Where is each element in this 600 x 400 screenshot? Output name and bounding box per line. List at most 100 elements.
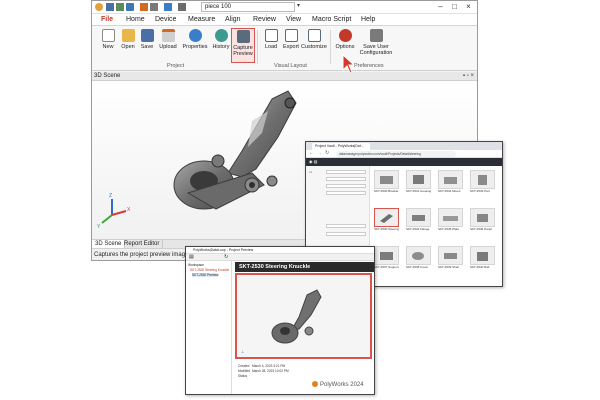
export-layout-icon <box>284 29 298 42</box>
capture-preview-label: Capture Preview <box>233 45 253 57</box>
property-label: Status <box>238 374 248 378</box>
dialog-toolbar: ▤ ↻ <box>186 254 374 261</box>
project-thumbnail[interactable]: SKT-2533 Part <box>470 170 495 198</box>
redo-icon[interactable] <box>150 3 158 11</box>
tree-toolbar-icon[interactable]: ▤ <box>189 254 194 260</box>
part-image-icon <box>406 170 431 189</box>
maximize-icon[interactable]: □ <box>448 2 461 12</box>
status-text: Captures the project preview image <box>94 252 189 258</box>
upload-icon <box>161 29 175 42</box>
capture-preview-button[interactable]: Capture Preview <box>231 28 255 63</box>
menu-home[interactable]: Home <box>126 15 145 25</box>
filter-field[interactable] <box>326 232 366 236</box>
tree-item-selected[interactable]: SKT-2530 Preview <box>192 273 219 277</box>
project-thumbnail[interactable]: SKT-2531 Housing <box>406 170 431 198</box>
properties-label: Properties <box>182 44 208 50</box>
customize-toolbar-icon[interactable] <box>178 3 186 11</box>
project-thumbnail[interactable]: SKT-2530 Bracket <box>374 170 399 198</box>
part-image-icon <box>374 208 399 227</box>
menu-view[interactable]: View <box>286 15 301 25</box>
properties-button[interactable]: Properties <box>180 28 210 61</box>
menu-macro-script[interactable]: Macro Script <box>312 15 351 25</box>
project-thumbnail[interactable]: SKT-2535 Plate <box>438 208 463 236</box>
part-image-icon <box>470 208 495 227</box>
upload-button[interactable]: Upload <box>155 28 181 61</box>
project-name-input[interactable]: piece 100 <box>201 2 295 12</box>
save-icon <box>140 29 154 42</box>
group-label-project: Project <box>167 63 185 69</box>
tree-item[interactable]: SKT-2530 Steering Knuckle <box>190 268 229 272</box>
part-image-icon <box>374 170 399 189</box>
ribbon: New Open Save Upload Properties History … <box>92 26 477 71</box>
load-layout-icon <box>264 29 278 42</box>
browser-tab-bar: Project Vault - PolyWorks|Dat... <box>306 142 502 150</box>
menu-align[interactable]: Align <box>225 15 241 25</box>
project-thumbnail[interactable]: SKT-2534 Flange <box>406 208 431 236</box>
menu-device[interactable]: Device <box>155 15 176 25</box>
options-label: Options <box>335 44 355 50</box>
thumbnail-grid: SKT-2530 Bracket SKT-2531 Housing SKT-25… <box>374 170 502 286</box>
title-bar: piece 100 ▾ – □ × <box>92 1 477 14</box>
mouse-cursor-icon <box>342 54 355 74</box>
customize-button[interactable]: Customize <box>299 28 329 61</box>
dialog-title-bar: PolyWorks|DataLoop - Project Preview <box>186 247 374 254</box>
project-thumbnail[interactable]: SKT-2537 Support <box>374 246 399 274</box>
svg-text:X: X <box>127 207 131 213</box>
group-label-visual-layout: Visual Layout <box>274 63 307 69</box>
preview-image: ⊥ <box>235 273 372 359</box>
close-icon[interactable]: × <box>462 2 475 12</box>
svg-text:Y: Y <box>97 224 101 230</box>
minimize-icon[interactable]: – <box>434 2 447 12</box>
menu-bar: File Home Device Measure Align Review Vi… <box>92 14 477 26</box>
reload-icon[interactable]: ↻ <box>325 150 329 156</box>
browser-address-bar: ← → ↻ datamanager.polyworks.com/vault/Pr… <box>306 150 502 158</box>
quick-access-icon[interactable] <box>126 3 134 11</box>
properties-icon <box>188 29 202 42</box>
refresh-icon[interactable]: ↻ <box>224 254 228 260</box>
project-thumbnail[interactable]: SKT-2539 Shell <box>438 246 463 274</box>
group-label-preferences: Preferences <box>354 63 384 69</box>
part-image-icon <box>438 246 463 265</box>
part-image-icon <box>438 170 463 189</box>
project-thumbnail[interactable]: SKT-2540 Rail <box>470 246 495 274</box>
quick-access-icon[interactable] <box>116 3 124 11</box>
chevron-down-icon[interactable]: ▾ <box>297 2 300 9</box>
menu-review[interactable]: Review <box>253 15 276 25</box>
web-app-logo-icon: ◉ ▤ <box>309 159 318 164</box>
part-image-icon <box>406 208 431 227</box>
project-thumbnail[interactable]: SKT-2538 Cover <box>406 246 431 274</box>
customize-label: Customize <box>301 44 327 50</box>
menu-help[interactable]: Help <box>361 15 375 25</box>
part-image-icon <box>470 246 495 265</box>
axis-triad-icon: Z X Y <box>97 193 131 230</box>
panel-controls-icon[interactable]: ▪ ▫ × <box>463 72 474 81</box>
options-icon <box>338 29 352 42</box>
filter-field[interactable] <box>326 170 366 174</box>
save-user-configuration-button[interactable]: Save User Configuration <box>357 28 395 61</box>
filter-field[interactable] <box>326 177 366 181</box>
quick-access-icon[interactable] <box>164 3 172 11</box>
web-app-header: ◉ ▤ <box>306 158 502 166</box>
save-user-configuration-label: Save User Configuration <box>359 44 393 56</box>
save-icon[interactable] <box>106 3 114 11</box>
menu-measure[interactable]: Measure <box>188 15 215 25</box>
tree-item[interactable]: Workspace <box>188 263 204 267</box>
undo-icon[interactable] <box>140 3 148 11</box>
project-thumbnail[interactable]: SKT-2536 Panel <box>470 208 495 236</box>
browser-tab[interactable]: Project Vault - PolyWorks|Dat... <box>312 143 370 150</box>
project-thumbnail-selected[interactable]: SKT-2530 Steering Knuckle <box>374 208 399 236</box>
url-field[interactable]: datamanager.polyworks.com/vault/Projects… <box>336 151 456 157</box>
filter-label-icon: ▭ <box>309 170 313 174</box>
project-thumbnail[interactable]: SKT-2532 Mount <box>438 170 463 198</box>
filter-field[interactable] <box>326 191 366 195</box>
forward-icon[interactable]: → <box>317 150 322 156</box>
property-value: March 28, 2023 10:02 PM <box>252 369 289 373</box>
menu-file[interactable]: File <box>101 15 113 25</box>
part-image-icon <box>438 208 463 227</box>
scene-panel-title: 3D Scene <box>94 73 121 79</box>
back-icon[interactable]: ← <box>309 150 314 156</box>
part-image-icon <box>470 170 495 189</box>
filter-field[interactable] <box>326 224 366 228</box>
save-config-icon <box>369 29 383 42</box>
filter-field[interactable] <box>326 184 366 188</box>
